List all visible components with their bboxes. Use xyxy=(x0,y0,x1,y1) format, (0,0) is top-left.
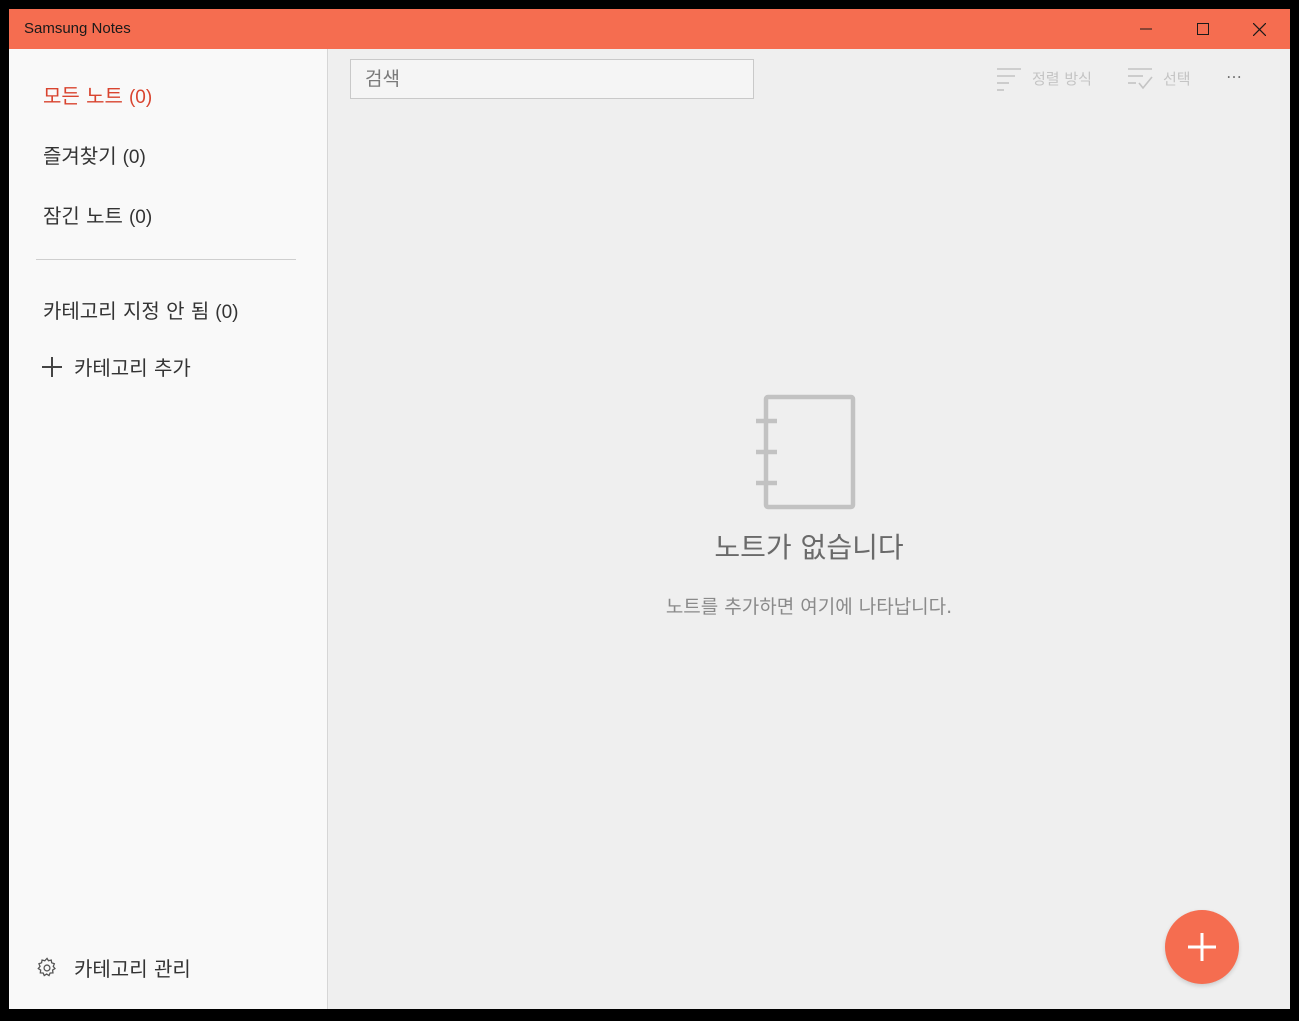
main-content: 정렬 방식 선택 xyxy=(329,49,1290,1009)
notebook-icon xyxy=(756,394,856,510)
gear-icon xyxy=(37,956,56,976)
sidebar-divider xyxy=(36,259,296,260)
sidebar-item-count: (0) xyxy=(128,207,153,228)
search-input[interactable] xyxy=(350,59,754,99)
title-bar: Samsung Notes xyxy=(9,9,1290,49)
sidebar-item-label: 모든 노트 xyxy=(43,84,123,108)
select-button[interactable]: 선택 xyxy=(1127,65,1191,91)
manage-categories-button[interactable]: 카테고리 관리 xyxy=(36,953,191,982)
sidebar-item-uncategorized[interactable]: 카테고리 지정 안 됨 (0) xyxy=(43,295,239,324)
more-icon xyxy=(1227,76,1241,78)
sidebar-item-count: (0) xyxy=(128,87,153,108)
add-category-label: 카테고리 추가 xyxy=(74,356,191,380)
add-category-button[interactable]: 카테고리 추가 xyxy=(40,352,191,381)
sort-label: 정렬 방식 xyxy=(1032,69,1092,88)
minimize-icon xyxy=(1139,28,1152,30)
sidebar-item-label: 즐겨찾기 xyxy=(43,144,117,168)
sort-icon xyxy=(997,68,1021,91)
maximize-button[interactable] xyxy=(1174,9,1231,49)
sidebar-item-label: 카테고리 지정 안 됨 xyxy=(43,299,210,323)
sidebar: 모든 노트 (0) 즐겨찾기 (0) 잠긴 노트 (0) 카테고리 지정 안 됨 (0)… xyxy=(9,49,328,1009)
sidebar-item-count: (0) xyxy=(122,147,146,168)
empty-state-subtitle: 노트를 추가하면 여기에 나타납니다. xyxy=(665,596,953,618)
plus-icon xyxy=(1188,933,1216,961)
select-label: 선택 xyxy=(1163,69,1191,88)
sidebar-item-count: (0) xyxy=(215,302,239,323)
window-title: Samsung Notes xyxy=(24,20,131,37)
add-note-button[interactable] xyxy=(1165,910,1239,984)
plus-icon xyxy=(42,356,62,377)
sidebar-item-label: 잠긴 노트 xyxy=(43,204,123,228)
minimize-button[interactable] xyxy=(1117,9,1174,49)
close-icon xyxy=(1253,22,1266,36)
sidebar-item-locked-notes[interactable]: 잠긴 노트 (0) xyxy=(43,200,152,229)
sort-button[interactable]: 정렬 방식 xyxy=(996,65,1092,91)
manage-categories-label: 카테고리 관리 xyxy=(74,957,191,981)
maximize-icon xyxy=(1196,23,1209,35)
close-button[interactable] xyxy=(1231,9,1288,49)
app-window: Samsung Notes 모든 노트 (0) 즐겨찾기 (0) 잠긴 노트 (0) … xyxy=(9,9,1290,1009)
sidebar-item-favorites[interactable]: 즐겨찾기 (0) xyxy=(43,140,146,169)
select-icon xyxy=(1128,68,1153,90)
sidebar-item-all-notes[interactable]: 모든 노트 (0) xyxy=(43,80,152,109)
empty-state-title: 노트가 없습니다 xyxy=(714,531,904,564)
more-options-button[interactable] xyxy=(1227,65,1251,89)
